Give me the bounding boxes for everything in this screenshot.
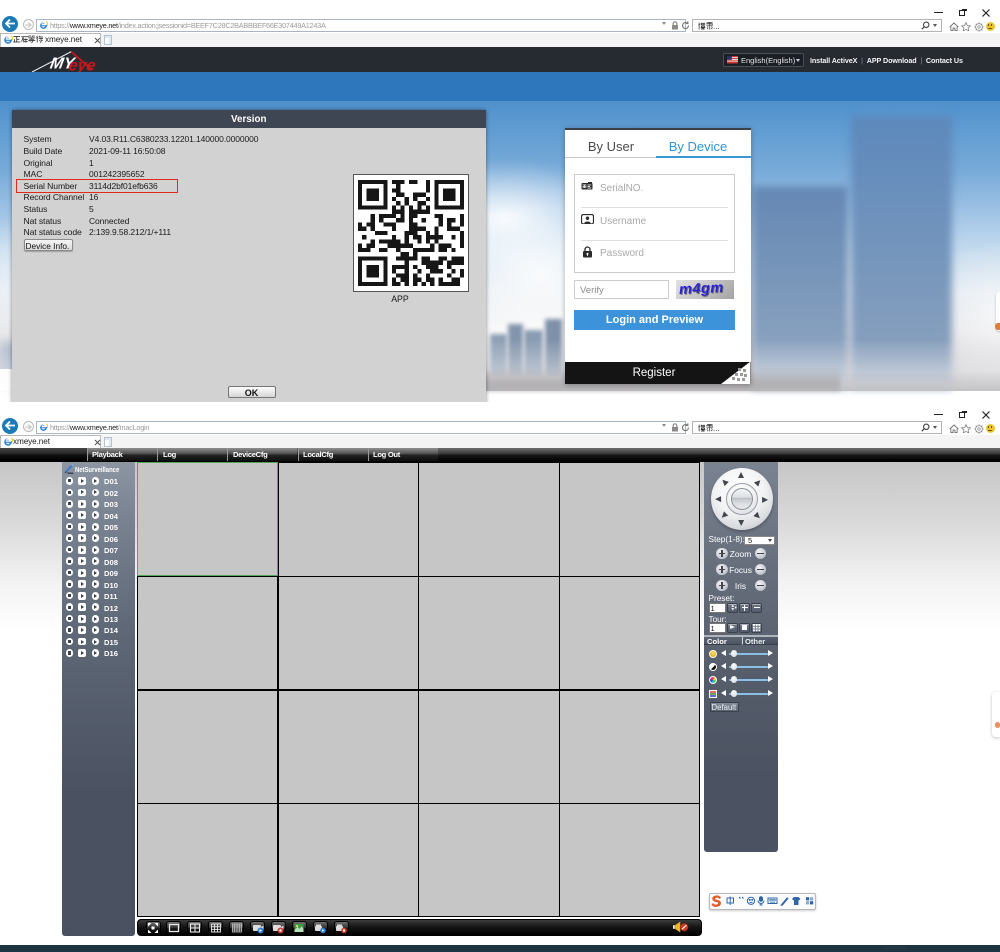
svg-text:eye: eye [67,57,97,72]
